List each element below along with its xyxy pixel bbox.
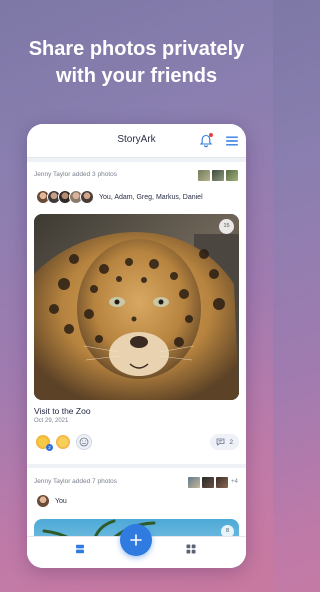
add-reaction-button[interactable] [76,434,92,450]
jaguar-photo [34,214,239,400]
app-title: StoryArk [117,134,156,145]
add-story-button[interactable] [120,524,152,556]
headline-line-2: with your friends [55,65,218,87]
shared-with-row[interactable]: You, Adam, Greg, Markus, Daniel [36,190,203,204]
comment-count: 2 [229,438,233,446]
reaction-emoji[interactable] [56,435,70,449]
reactions-row: 2 [36,434,92,451]
story-photo[interactable]: 15 [34,214,239,400]
thumbnail[interactable] [216,477,228,488]
story-added-by: Jenny Taylor added 3 photos [34,171,117,178]
story-thumbnails: +4 [188,477,238,488]
headline-line-1: Share photos privately [28,38,245,60]
thumbnail[interactable] [198,170,210,181]
thumbnail[interactable] [212,170,224,181]
shared-with-row[interactable]: You [36,494,67,508]
promo-headline: Share photos privately with your friends [0,36,273,90]
stacked-cards-icon[interactable] [75,544,85,554]
notification-dot [209,133,213,137]
thumbnail[interactable] [226,170,238,181]
app-header: StoryArk [27,124,246,158]
avatar [36,494,50,508]
photo-count-badge: 15 [219,219,234,234]
story-title[interactable]: Visit to the Zoo [34,406,91,416]
story-date: Oct 29, 2021 [34,418,69,424]
story-added-by: Jenny Taylor added 7 photos [34,478,117,485]
reaction-emoji[interactable]: 2 [36,435,53,451]
thumbnail[interactable] [188,477,200,488]
phone-screen: StoryArk Jenny Taylor added 3 photos You… [27,124,246,568]
shared-with-names: You, Adam, Greg, Markus, Daniel [99,193,203,201]
comments-button[interactable]: 2 [210,434,239,450]
reaction-count: 2 [46,444,53,451]
shared-with-names: You [55,497,67,505]
story-card[interactable]: Jenny Taylor added 3 photos You, Adam, G… [27,162,246,464]
plus-icon [130,534,142,546]
story-thumbnails [198,170,238,181]
thumbnail[interactable] [202,477,214,488]
more-photos-count: +4 [231,479,238,485]
comment-icon [216,438,225,446]
hamburger-menu-icon[interactable] [226,136,238,146]
smiley-add-icon [79,437,89,447]
grid-icon[interactable] [186,544,196,554]
avatar [80,190,94,204]
